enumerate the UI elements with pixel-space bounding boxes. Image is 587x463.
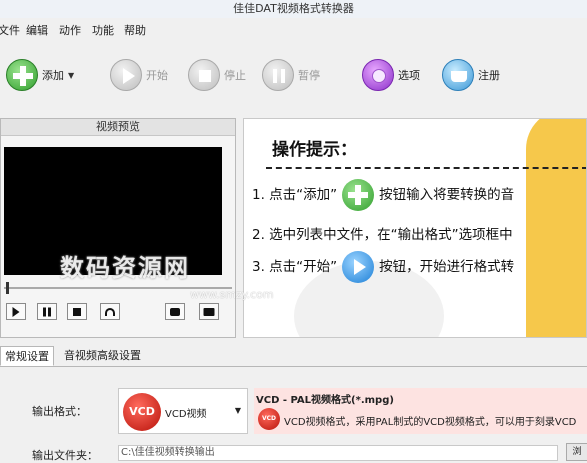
watermark: 数码资源网 xyxy=(60,254,190,282)
add-button[interactable]: 添加 ▼ xyxy=(6,58,74,92)
tip-line-3: 3. 点击“开始” 按钮，开始进行格式转 xyxy=(252,251,514,283)
tip-line-2: 2. 选中列表中文件，在“输出格式”选项框中 xyxy=(252,227,513,243)
toolbar: 添加 ▼ 开始 停止 暂停 选项 注册 xyxy=(0,50,587,102)
output-format-select[interactable]: VCD VCD视频 ▼ xyxy=(118,388,248,434)
preview-volume-button[interactable] xyxy=(100,303,120,320)
add-icon xyxy=(342,179,375,211)
open-folder-button[interactable] xyxy=(199,303,219,320)
vcd-icon: VCD xyxy=(258,408,280,430)
yellow-decoration xyxy=(526,119,586,337)
add-icon xyxy=(6,59,38,91)
tips-title: 操作提示： xyxy=(272,140,357,160)
register-button[interactable]: 注册 xyxy=(442,58,500,92)
format-description-text: VCD视频格式，采用PAL制式的VCD视频格式，可以用于刻录VCD xyxy=(284,417,577,428)
start-button[interactable]: 开始 xyxy=(110,58,168,92)
stop-icon xyxy=(188,59,220,91)
output-format-label: 输出格式： xyxy=(32,405,87,418)
pause-icon xyxy=(43,307,51,316)
preview-play-button[interactable] xyxy=(6,303,26,320)
stop-icon xyxy=(73,307,81,316)
pause-button[interactable]: 暂停 xyxy=(262,58,320,92)
gear-icon xyxy=(362,59,394,91)
menu-help[interactable]: 帮助 xyxy=(124,22,146,38)
watermark-url: www.smzy.com xyxy=(190,288,274,301)
video-preview-title: 视频预览 xyxy=(1,119,235,136)
camera-icon xyxy=(170,307,180,316)
menu-action[interactable]: 动作 xyxy=(59,22,81,38)
tip-line-1: 1. 点击“添加” 按钮输入将要转换的音 xyxy=(252,179,514,211)
video-preview-panel: 视频预览 xyxy=(0,118,236,338)
output-folder-label: 输出文件夹： xyxy=(32,449,98,462)
folder-icon xyxy=(203,307,215,316)
tab-advanced-settings[interactable]: 音视频高级设置 xyxy=(60,346,145,366)
cart-icon xyxy=(442,59,474,91)
options-button[interactable]: 选项 xyxy=(362,58,420,92)
play-icon xyxy=(110,59,142,91)
add-dropdown-icon[interactable]: ▼ xyxy=(68,71,74,80)
play-icon xyxy=(12,306,20,317)
menu-function[interactable]: 功能 xyxy=(92,22,114,38)
vcd-icon: VCD xyxy=(123,393,161,431)
tips-divider xyxy=(266,167,586,169)
snapshot-button[interactable] xyxy=(165,303,185,320)
stop-button[interactable]: 停止 xyxy=(188,58,246,92)
format-description-title: VCD - PAL视频格式(*.mpg) xyxy=(256,395,394,406)
preview-stop-button[interactable] xyxy=(67,303,87,320)
menu-edit[interactable]: 编辑 xyxy=(26,22,48,38)
tab-general-settings[interactable]: 常规设置 xyxy=(0,346,54,366)
window-title: 佳佳DAT视频格式转换器 xyxy=(0,0,587,18)
headphone-icon xyxy=(105,307,115,316)
seek-handle[interactable] xyxy=(6,282,9,294)
tips-panel: 操作提示： 1. 点击“添加” 按钮输入将要转换的音 2. 选中列表中文件，在“输… xyxy=(243,118,587,338)
browse-button[interactable]: 浏 xyxy=(566,443,587,461)
pause-icon xyxy=(262,59,294,91)
menu-file[interactable]: 文件 xyxy=(0,22,20,38)
chevron-down-icon: ▼ xyxy=(234,406,241,415)
settings-tabs: 常规设置 音视频高级设置 xyxy=(0,346,587,367)
format-description: VCD - PAL视频格式(*.mpg) VCD VCD视频格式，采用PAL制式… xyxy=(254,388,587,434)
output-folder-input[interactable]: C:\佳佳视频转换输出 xyxy=(118,445,558,461)
play-icon xyxy=(342,251,375,283)
preview-pause-button[interactable] xyxy=(37,303,57,320)
output-format-value: VCD视频 xyxy=(165,409,207,420)
